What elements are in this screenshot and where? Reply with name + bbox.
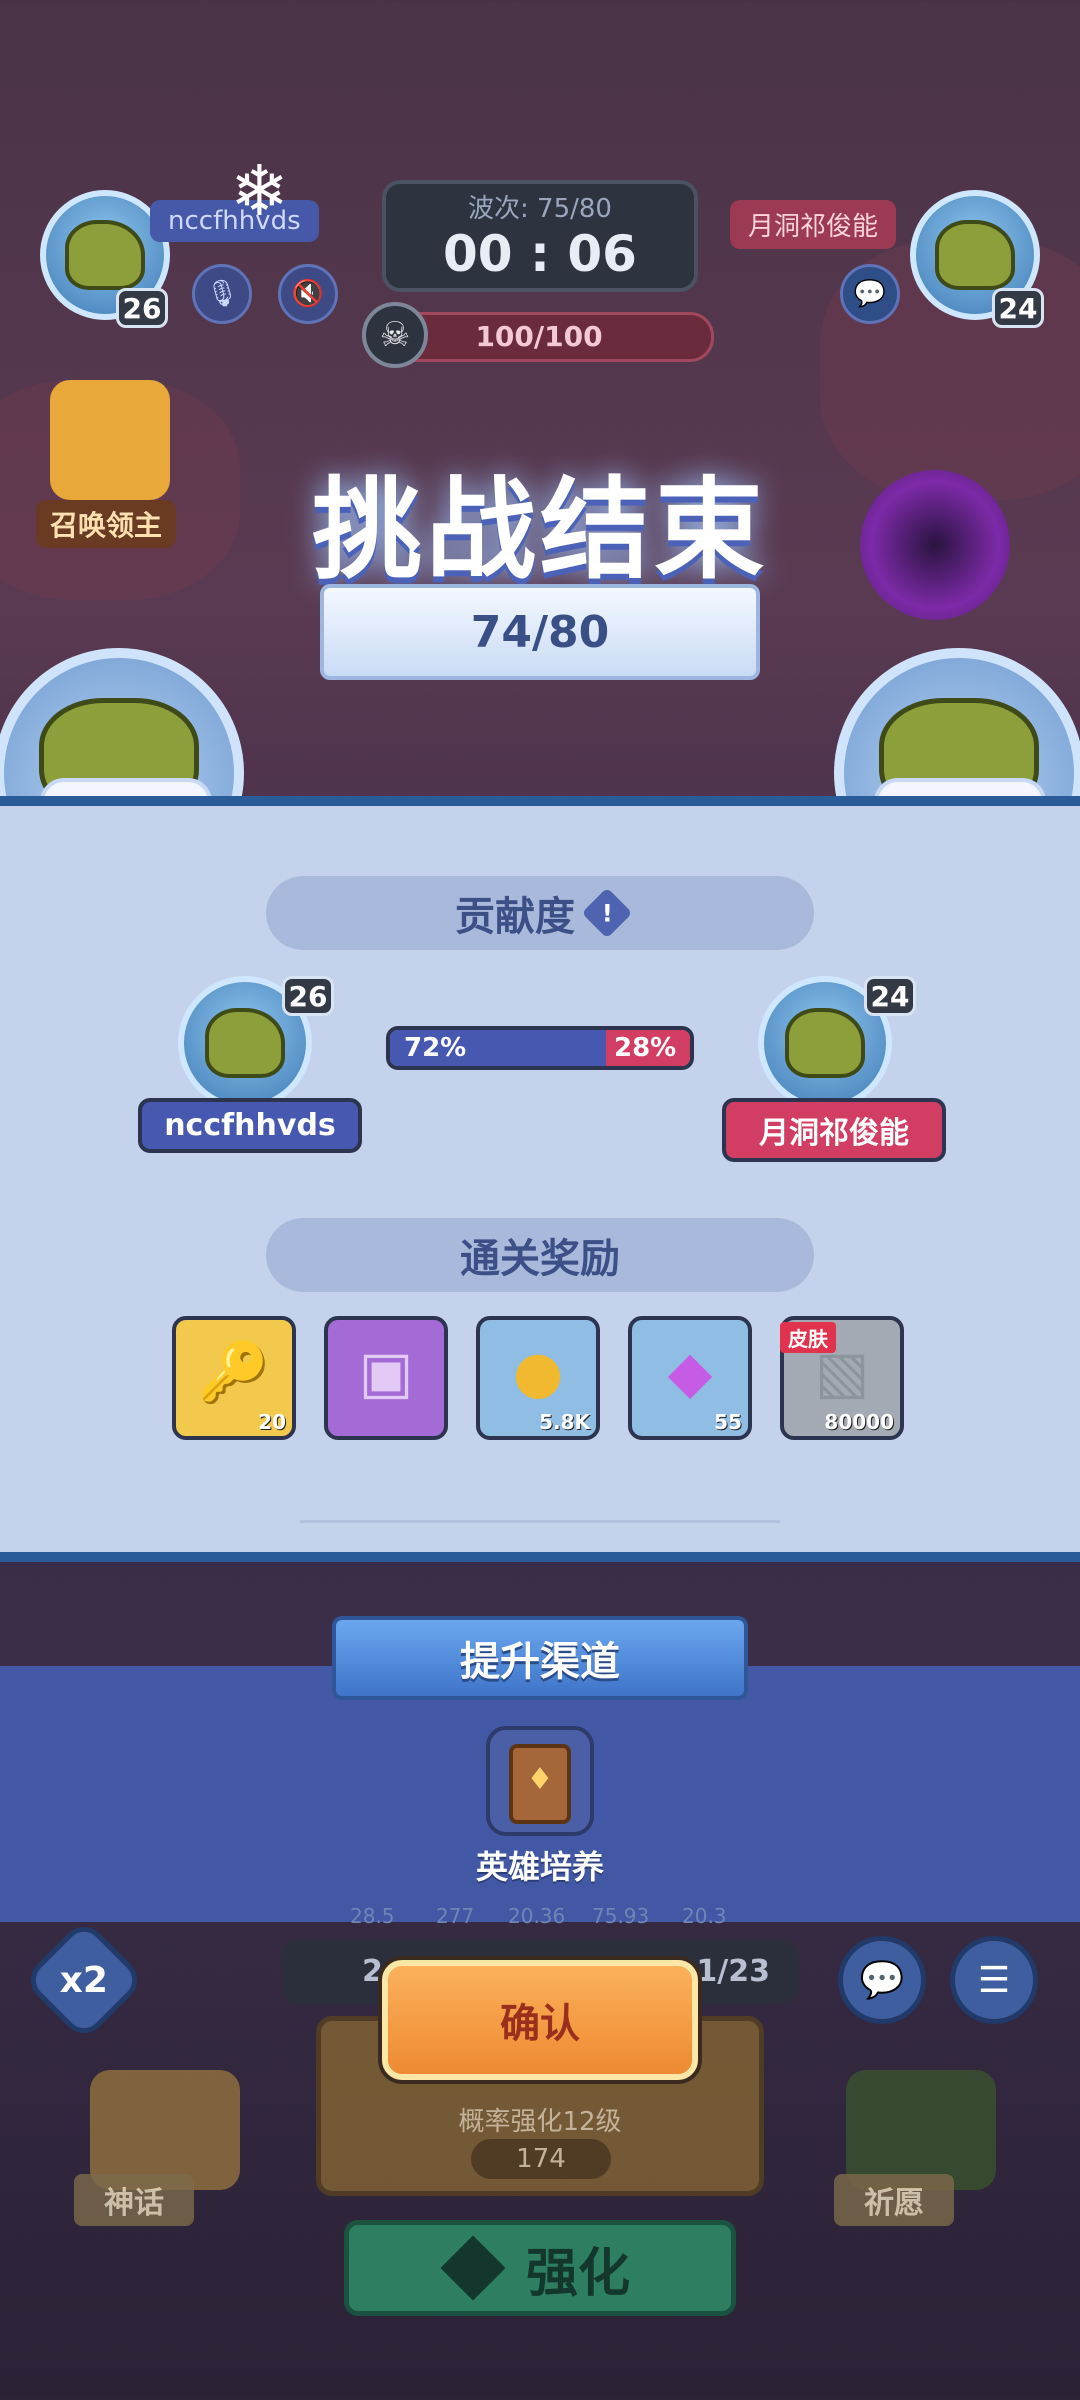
enhance-label: 强化: [525, 2243, 630, 2304]
confirm-button[interactable]: 确认: [382, 1960, 698, 2080]
myth-icon[interactable]: [90, 2070, 240, 2190]
summon-sub-label: 概率强化12级: [458, 2107, 622, 2137]
left-player-level: 26: [116, 288, 168, 328]
contribution-heading-text: 贡献度: [455, 894, 575, 940]
enhance-button[interactable]: 强化: [344, 2220, 736, 2316]
rewards-heading: 通关奖励: [266, 1218, 814, 1292]
right-player-name: 月洞祁俊能: [730, 200, 897, 249]
wave-panel: 波次: 75/80 00 : 06: [382, 180, 698, 292]
reward-count: 80000: [824, 1410, 894, 1434]
pray-icon[interactable]: [846, 2070, 996, 2190]
contribution-left-pct: 72%: [404, 1033, 467, 1063]
result-score: 74/80: [320, 584, 760, 680]
contribution-bar: 72% 28%: [386, 1026, 694, 1070]
channel-heading: 提升渠道: [332, 1616, 748, 1700]
reward-item[interactable]: ◆ 55: [628, 1316, 752, 1440]
right-contrib-name: 月洞祁俊能: [722, 1098, 946, 1162]
chat-button[interactable]: 💬: [838, 1936, 926, 2024]
menu-button[interactable]: ☰: [950, 1936, 1038, 2024]
result-title: 挑战结束: [312, 466, 768, 594]
chat-bubble-icon[interactable]: 💬: [840, 264, 900, 324]
contribution-right-pct: 28%: [614, 1033, 677, 1063]
stat-value: 75.93: [592, 1904, 650, 1928]
hero-card-icon: ♦: [509, 1744, 571, 1824]
reward-item[interactable]: ● 5.8K: [476, 1316, 600, 1440]
info-icon[interactable]: !: [581, 887, 633, 939]
reward-count: 20: [258, 1410, 286, 1434]
contribution-heading: 贡献度 !: [266, 876, 814, 950]
reward-count: 55: [714, 1410, 742, 1434]
mic-muted-icon[interactable]: 🎙: [192, 264, 252, 324]
stat-value: 20.36: [508, 1904, 566, 1928]
speed-label: x2: [59, 1959, 109, 2001]
menu-icon: ☰: [977, 1959, 1011, 2001]
purple-chest-icon: ▣: [358, 1338, 414, 1406]
wave-timer: 00 : 06: [443, 225, 637, 283]
summon-cost: 174: [471, 2139, 611, 2179]
dinosaur-hero-icon: [205, 1008, 285, 1078]
reward-item[interactable]: ▣: [324, 1316, 448, 1440]
stat-value: 20.3: [682, 1904, 727, 1928]
purple-crystal-icon: ◆: [667, 1338, 713, 1406]
dinosaur-hero-icon: [935, 220, 1015, 290]
contribution-right-fill: 28%: [606, 1030, 690, 1066]
snowflake-icon: ❄: [230, 150, 289, 232]
contribution-left-fill: 72%: [390, 1030, 606, 1066]
gold-key-icon: 🔑: [197, 1338, 271, 1406]
speaker-muted-icon[interactable]: 🔇: [278, 264, 338, 324]
reward-item[interactable]: 🔑 20: [172, 1316, 296, 1440]
skull-icon: ☠: [362, 302, 428, 368]
wave-label: 波次: 75/80: [468, 194, 612, 224]
stat-value: 28.5: [350, 1904, 395, 1928]
left-contrib-name: nccfhhvds: [138, 1098, 362, 1153]
skin-tag: 皮肤: [780, 1322, 836, 1353]
left-counter: 2: [362, 1954, 383, 1989]
speed-button[interactable]: x2: [21, 1917, 147, 2043]
right-contrib-level: 24: [864, 976, 916, 1016]
left-contrib-level: 26: [282, 976, 334, 1016]
hero-training-label: 英雄培养: [475, 1848, 604, 1886]
gold-coin-icon: ●: [512, 1338, 564, 1406]
enhance-icon: [440, 2235, 506, 2301]
chat-bubble-icon: 💬: [859, 1960, 905, 2001]
dinosaur-hero-icon: [65, 220, 145, 290]
hero-training-button[interactable]: ♦: [486, 1726, 594, 1836]
dinosaur-hero-icon: [785, 1008, 865, 1078]
reward-item[interactable]: ▧ 80000 皮肤: [780, 1316, 904, 1440]
faded-scene: [300, 1440, 780, 1523]
stat-value: 277: [436, 1904, 475, 1928]
reward-count: 5.8K: [539, 1410, 590, 1434]
pray-label: 祈愿: [834, 2174, 954, 2226]
myth-label: 神话: [74, 2174, 194, 2226]
right-player-level: 24: [992, 288, 1044, 328]
